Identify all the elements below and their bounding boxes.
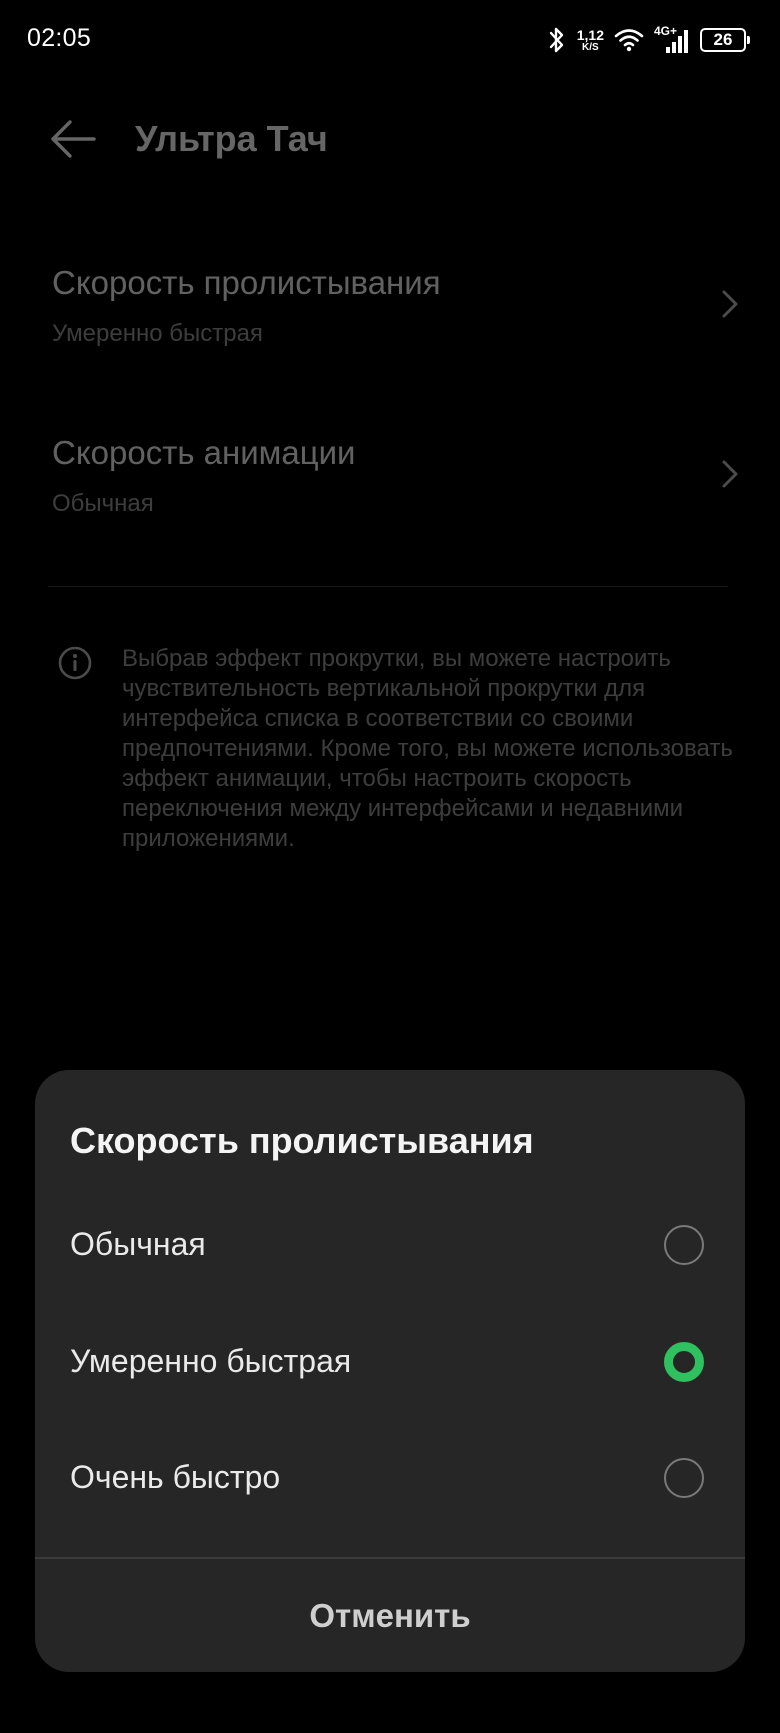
page-title: Ультра Тач [135,118,328,159]
network-speed-value: 1,12 [576,26,604,43]
radio-button-checked[interactable] [664,1342,704,1382]
status-bar: 02:05 1,12 K/S 4G+ 26 [0,0,780,80]
info-icon [58,646,92,680]
chevron-right-icon [722,290,738,318]
setting-title: Скорость анимации [52,434,356,471]
setting-scroll-speed[interactable]: Скорость пролистывания Умеренно быстрая [52,264,742,414]
setting-value: Умеренно быстрая [52,320,263,347]
option-label: Умеренно быстрая [70,1343,352,1379]
cellular-signal: 4G+ [654,24,690,54]
screen: 02:05 1,12 K/S 4G+ 26 Ультра Тач Скорост… [0,0,780,1733]
setting-title: Скорость пролистывания [52,264,441,301]
setting-value: Обычная [52,490,154,517]
cancel-button[interactable]: Отменить [35,1559,745,1672]
option-moderately-fast[interactable]: Умеренно быстрая [35,1307,745,1417]
bluetooth-icon [549,27,563,53]
chevron-right-icon [722,460,738,488]
radio-button[interactable] [664,1225,704,1265]
option-label: Очень быстро [70,1459,281,1495]
option-very-fast[interactable]: Очень быстро [35,1423,745,1533]
scroll-speed-dialog: Скорость пролистывания Обычная Умеренно … [35,1070,745,1672]
dialog-title: Скорость пролистывания [70,1120,534,1161]
network-speed: 1,12 K/S [577,28,604,53]
battery-icon: 26 [700,28,750,52]
signal-bars-icon [666,30,688,53]
divider [48,586,728,587]
wifi-icon [614,29,644,52]
radio-button[interactable] [664,1458,704,1498]
setting-animation-speed[interactable]: Скорость анимации Обычная [52,434,742,584]
back-arrow-icon[interactable] [48,118,98,160]
status-icons: 1,12 K/S 4G+ 26 [537,22,750,58]
option-normal[interactable]: Обычная [35,1190,745,1300]
option-label: Обычная [70,1226,206,1262]
status-time: 02:05 [27,24,92,52]
info-description: Выбрав эффект прокрутки, вы можете настр… [122,645,733,852]
battery-level: 26 [713,30,733,49]
network-speed-unit: K/S [582,41,599,53]
